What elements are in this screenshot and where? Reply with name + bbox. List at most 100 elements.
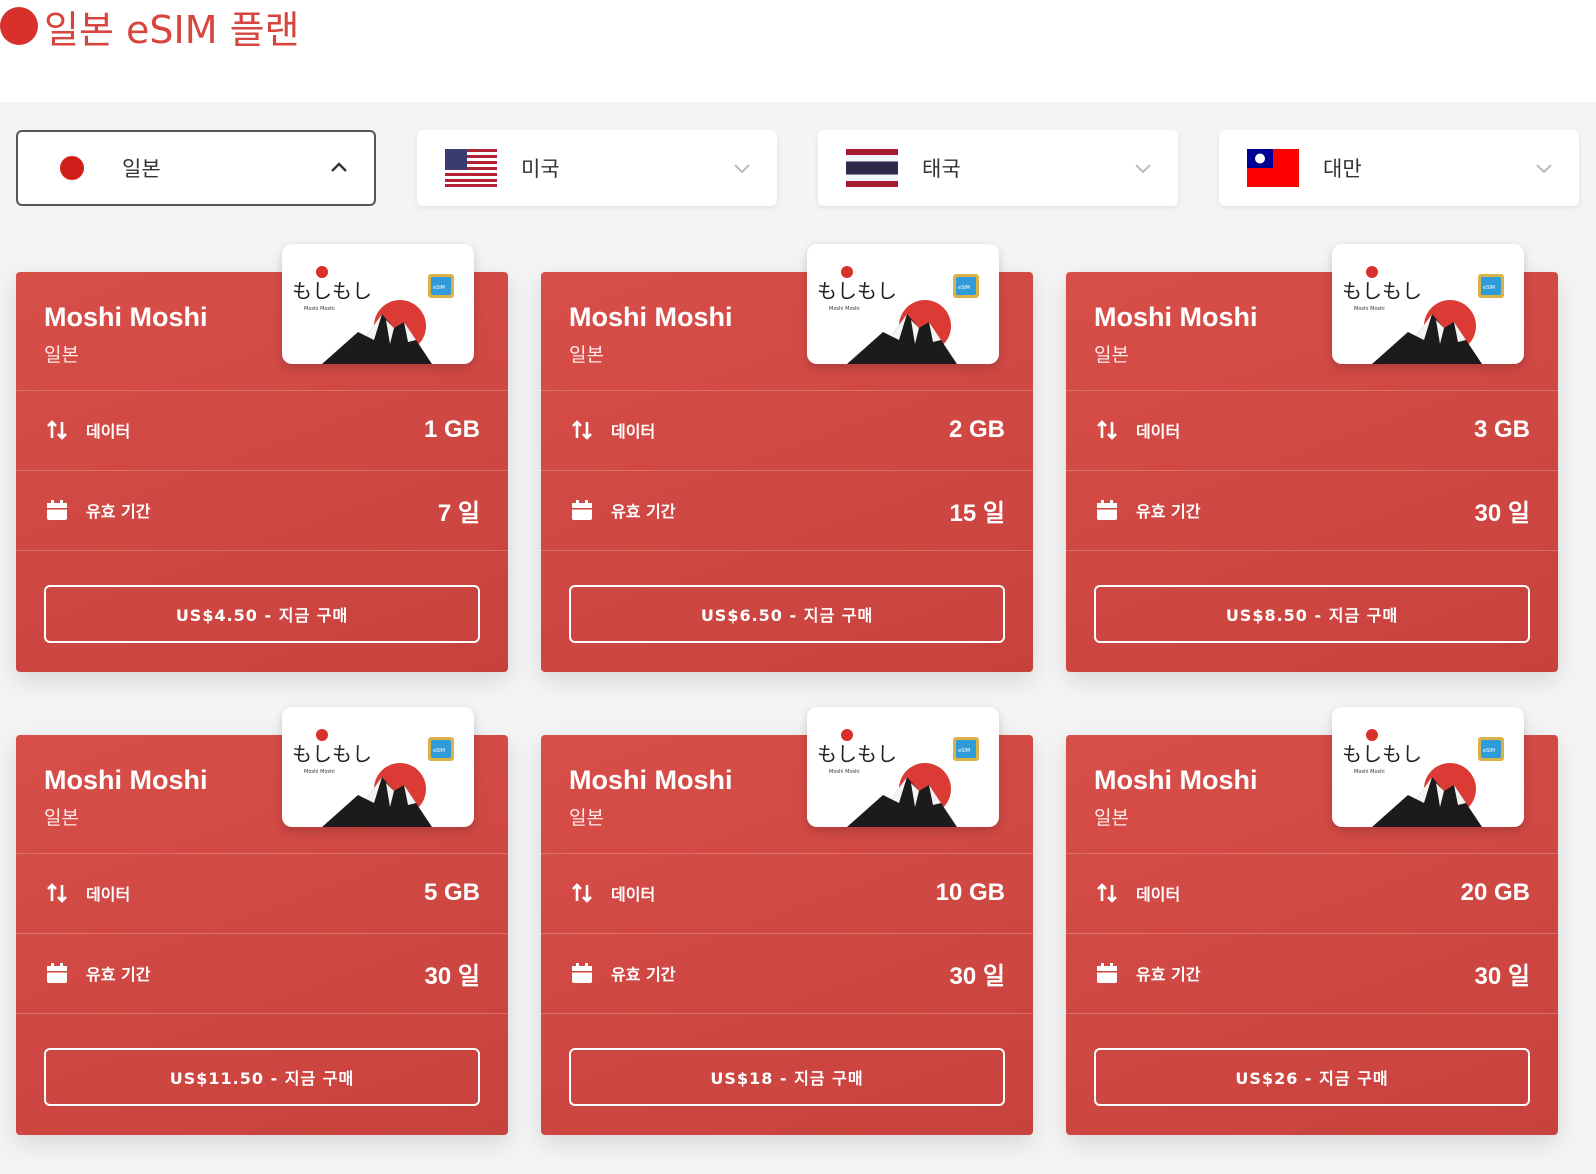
validity-row: 유효 기간 15 일 <box>569 490 1005 530</box>
buy-now-button[interactable]: US$26 - 지금 구매 <box>1094 1048 1530 1106</box>
data-row: 데이터 20 GB <box>1094 873 1530 913</box>
country-select-taiwan[interactable]: 대만 <box>1219 130 1579 206</box>
data-transfer-icon <box>569 417 595 443</box>
data-amount: 5 GB <box>423 879 480 906</box>
data-label: 데이터 <box>1136 885 1181 904</box>
validity-row: 유효 기간 30 일 <box>569 953 1005 993</box>
japan-flag-icon <box>46 149 98 187</box>
validity-label: 유효 기간 <box>611 965 676 984</box>
svg-text:Moshi Moshi: Moshi Moshi <box>1354 306 1385 312</box>
plan-country: 일본 <box>569 807 604 829</box>
calendar-icon <box>569 497 595 523</box>
data-transfer-icon <box>44 880 70 906</box>
data-row: 데이터 1 GB <box>44 410 480 450</box>
page-title-text: 일본 eSIM 플랜 <box>44 7 300 52</box>
plan-brand: Moshi Moshi <box>569 765 733 795</box>
sim-card-image: もしもし Moshi Moshi eSIM <box>807 244 999 364</box>
validity-row: 유효 기간 30 일 <box>1094 953 1530 993</box>
buy-now-button[interactable]: US$8.50 - 지금 구매 <box>1094 585 1530 643</box>
sim-card-image: もしもし Moshi Moshi eSIM <box>1332 244 1524 364</box>
data-label: 데이터 <box>86 422 131 441</box>
data-transfer-icon <box>569 880 595 906</box>
data-label: 데이터 <box>611 422 656 441</box>
validity-row: 유효 기간 30 일 <box>44 953 480 993</box>
validity-row: 유효 기간 30 일 <box>1094 490 1530 530</box>
buy-now-button[interactable]: US$6.50 - 지금 구매 <box>569 585 1005 643</box>
svg-text:Moshi Moshi: Moshi Moshi <box>304 306 335 312</box>
calendar-icon <box>1094 960 1120 986</box>
sim-card-image: もしもし Moshi Moshi eSIM <box>282 244 474 364</box>
data-label: 데이터 <box>1136 422 1181 441</box>
validity-days: 7 일 <box>437 499 480 527</box>
calendar-icon <box>44 960 70 986</box>
data-transfer-icon <box>1094 417 1120 443</box>
taiwan-flag-icon <box>1247 149 1299 187</box>
plan-card: もしもし Moshi Moshi eSIM Moshi Moshi 일본 데이터… <box>16 244 508 672</box>
data-amount: 3 GB <box>1473 416 1530 443</box>
plan-brand: Moshi Moshi <box>44 765 208 795</box>
svg-text:もしもし: もしもし <box>292 742 372 766</box>
svg-text:もしもし: もしもし <box>817 279 897 303</box>
plan-brand: Moshi Moshi <box>1094 765 1258 795</box>
svg-text:eSIM: eSIM <box>958 748 970 754</box>
svg-text:eSIM: eSIM <box>958 285 970 291</box>
svg-text:もしもし: もしもし <box>817 742 897 766</box>
svg-text:もしもし: もしもし <box>292 279 372 303</box>
svg-text:Moshi Moshi: Moshi Moshi <box>304 769 335 775</box>
svg-text:Moshi Moshi: Moshi Moshi <box>1354 769 1385 775</box>
validity-days: 15 일 <box>949 499 1005 527</box>
validity-label: 유효 기간 <box>86 965 151 984</box>
validity-days: 30 일 <box>949 962 1005 990</box>
data-label: 데이터 <box>86 885 131 904</box>
red-circle-icon <box>0 7 38 45</box>
validity-label: 유효 기간 <box>1136 965 1201 984</box>
data-amount: 1 GB <box>423 416 480 443</box>
data-transfer-icon <box>1094 880 1120 906</box>
validity-days: 30 일 <box>1474 962 1530 990</box>
data-amount: 10 GB <box>935 879 1005 906</box>
validity-label: 유효 기간 <box>1136 502 1201 521</box>
calendar-icon <box>44 497 70 523</box>
data-label: 데이터 <box>611 885 656 904</box>
data-row: 데이터 5 GB <box>44 873 480 913</box>
plan-brand: Moshi Moshi <box>569 302 733 332</box>
data-transfer-icon <box>44 417 70 443</box>
svg-text:eSIM: eSIM <box>1483 285 1495 291</box>
svg-text:eSIM: eSIM <box>433 748 445 754</box>
country-label: 미국 <box>521 157 560 181</box>
data-row: 데이터 3 GB <box>1094 410 1530 450</box>
plan-brand: Moshi Moshi <box>1094 302 1258 332</box>
sim-card-image: もしもし Moshi Moshi eSIM <box>1332 707 1524 827</box>
buy-now-button[interactable]: US$11.50 - 지금 구매 <box>44 1048 480 1106</box>
plan-country: 일본 <box>44 344 79 366</box>
plan-brand: Moshi Moshi <box>44 302 208 332</box>
page-title: 일본 eSIM 플랜 <box>0 0 300 52</box>
country-label: 일본 <box>122 157 161 181</box>
country-select-thailand[interactable]: 태국 <box>818 130 1178 206</box>
plan-card: もしもし Moshi Moshi eSIM Moshi Moshi 일본 데이터… <box>1066 707 1558 1135</box>
svg-text:もしもし: もしもし <box>1342 279 1422 303</box>
country-select-usa[interactable]: 미국 <box>417 130 777 206</box>
plan-country: 일본 <box>1094 807 1129 829</box>
chevron-down-icon <box>1533 157 1555 179</box>
chevron-down-icon <box>731 157 753 179</box>
data-row: 데이터 2 GB <box>569 410 1005 450</box>
country-select-japan[interactable]: 일본 <box>16 130 376 206</box>
chevron-down-icon <box>1132 157 1154 179</box>
svg-text:Moshi Moshi: Moshi Moshi <box>829 769 860 775</box>
buy-now-button[interactable]: US$18 - 지금 구매 <box>569 1048 1005 1106</box>
country-label: 대만 <box>1323 157 1362 181</box>
plan-card: もしもし Moshi Moshi eSIM Moshi Moshi 일본 데이터… <box>541 707 1033 1135</box>
country-selector-bar: 일본 미국 태국 대만 <box>16 130 1580 206</box>
plan-card: もしもし Moshi Moshi eSIM Moshi Moshi 일본 데이터… <box>541 244 1033 672</box>
plan-card: もしもし Moshi Moshi eSIM Moshi Moshi 일본 데이터… <box>16 707 508 1135</box>
validity-days: 30 일 <box>424 962 480 990</box>
plans-panel: 일본 미국 태국 대만 もしもし Moshi Moshi eSIM Moshi … <box>0 102 1596 1174</box>
calendar-icon <box>1094 497 1120 523</box>
calendar-icon <box>569 960 595 986</box>
validity-label: 유효 기간 <box>611 502 676 521</box>
sim-card-image: もしもし Moshi Moshi eSIM <box>807 707 999 827</box>
buy-now-button[interactable]: US$4.50 - 지금 구매 <box>44 585 480 643</box>
data-amount: 20 GB <box>1460 879 1530 906</box>
thailand-flag-icon <box>846 149 898 187</box>
